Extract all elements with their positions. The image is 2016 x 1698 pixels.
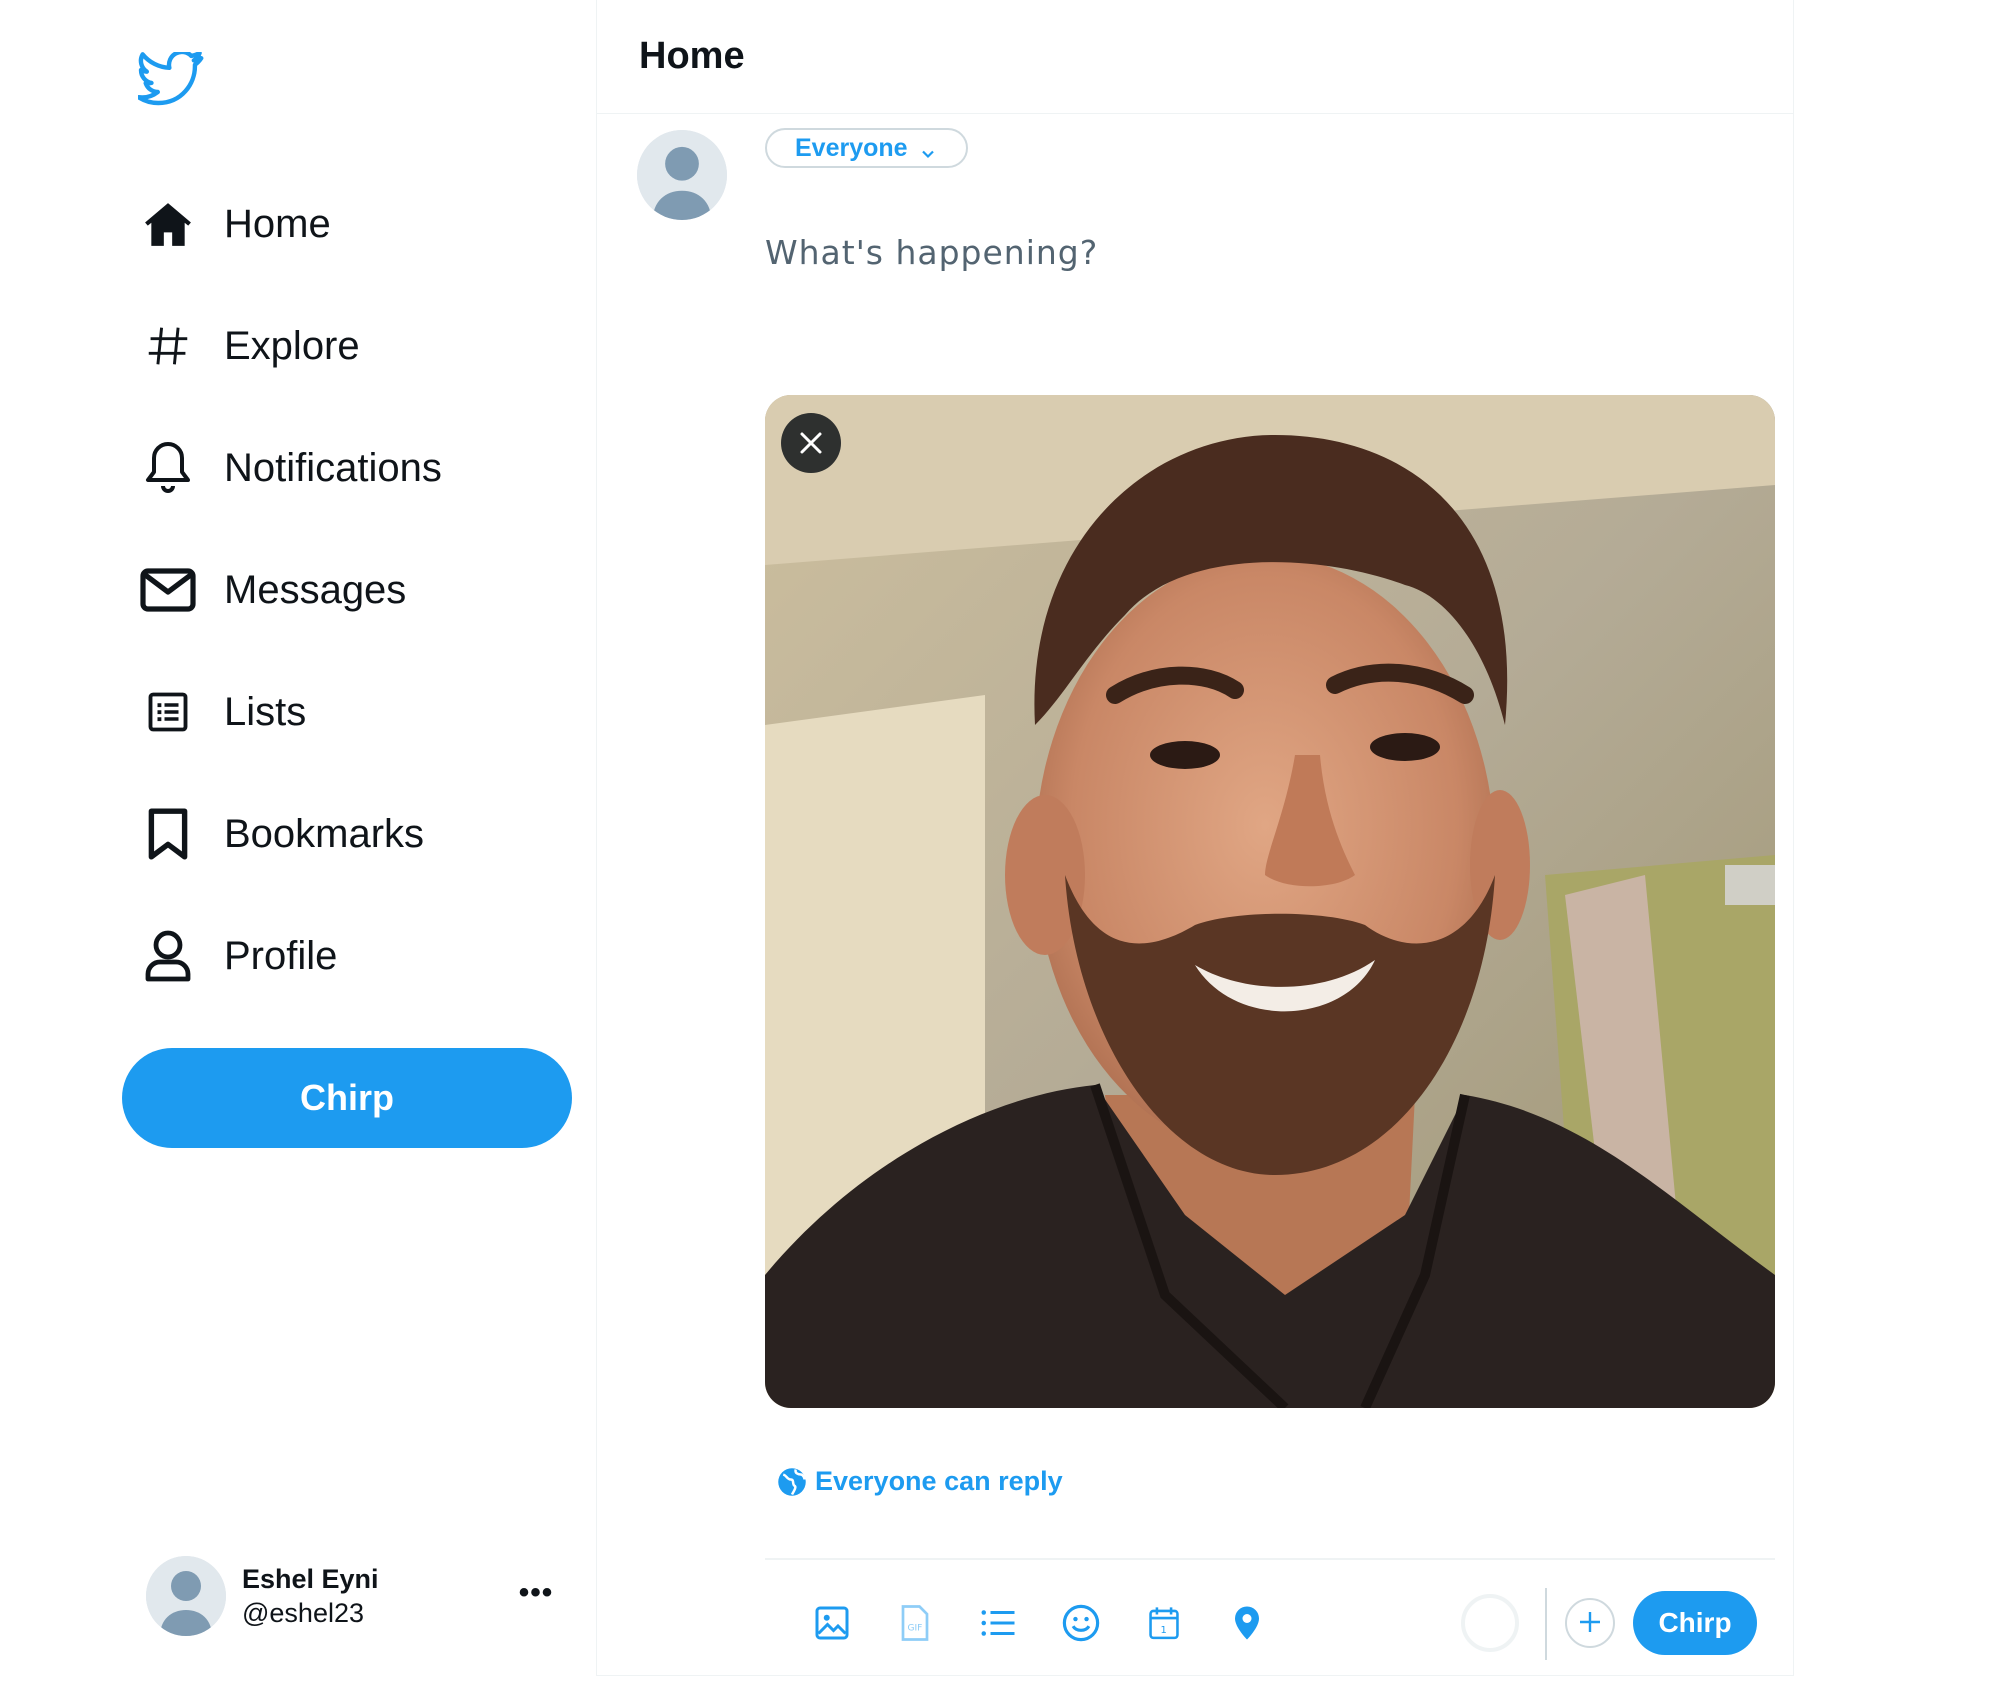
audience-selector[interactable]: Everyone [765,128,968,168]
schedule-icon[interactable]: 1 [1135,1594,1193,1652]
composer-avatar[interactable] [637,130,727,220]
list-icon [138,682,198,742]
page-header: Home [597,0,1793,114]
more-options-icon[interactable]: ••• [516,1578,556,1614]
emoji-icon[interactable] [1052,1594,1110,1652]
sidebar: Home Explore Notifications Messages List… [0,0,596,1698]
composer-divider [765,1558,1775,1560]
nav-bookmarks[interactable]: Bookmarks [138,798,424,870]
nav-label-profile: Profile [224,933,338,978]
nav-profile[interactable]: Profile [138,920,337,992]
avatar [146,1556,226,1636]
nav-label-home: Home [224,201,331,246]
nav-label-explore: Explore [224,323,360,368]
main-column: Home Everyone What's happening? Everyone… [596,0,1794,1676]
profile-icon [138,926,198,986]
chirp-button[interactable]: Chirp [122,1048,572,1148]
audience-label: Everyone [795,133,908,162]
nav-label-notifications: Notifications [224,445,442,490]
home-icon [138,194,198,254]
bell-icon [138,438,198,498]
nav-label-messages: Messages [224,567,407,612]
nav-explore[interactable]: Explore [138,310,360,382]
nav-messages[interactable]: Messages [138,554,406,626]
nav-lists[interactable]: Lists [138,676,306,748]
reply-setting[interactable]: Everyone can reply [777,1466,1063,1497]
nav-label-bookmarks: Bookmarks [224,811,425,856]
add-thread-button[interactable] [1565,1598,1615,1648]
account-display-name: Eshel Eyni [242,1564,379,1594]
submit-chirp-button[interactable]: Chirp [1633,1591,1757,1655]
poll-icon[interactable] [969,1594,1027,1652]
bird-icon[interactable] [136,49,204,110]
account-switcher[interactable]: Eshel Eyni @eshel23 ••• [146,1556,556,1636]
remove-media-button[interactable] [781,413,841,473]
nav-home[interactable]: Home [138,188,331,260]
character-count-ring [1459,1592,1521,1654]
gif-icon[interactable]: GIF [886,1594,944,1652]
envelope-icon [138,560,198,620]
toolbar-separator [1545,1588,1547,1660]
page-title: Home [639,35,745,77]
svg-text:1: 1 [1160,1625,1166,1636]
chevron-down-icon [920,140,936,159]
globe-icon [777,1467,807,1497]
nav-notifications[interactable]: Notifications [138,432,442,504]
account-handle: @eshel23 [242,1598,364,1628]
close-icon [798,430,824,456]
composer-toolbar: GIF 1 Chirp [765,1588,1775,1660]
reply-setting-label: Everyone can reply [815,1466,1063,1496]
hashtag-icon [138,316,198,376]
bookmark-icon [138,804,198,864]
plus-icon [1577,1609,1603,1638]
nav-label-lists: Lists [224,689,307,734]
svg-text:GIF: GIF [908,1624,923,1634]
compose-input[interactable] [765,222,1725,282]
attached-photo [765,395,1775,1408]
photo-illustration [765,395,1775,1408]
location-icon[interactable] [1218,1594,1276,1652]
image-icon[interactable] [803,1594,861,1652]
